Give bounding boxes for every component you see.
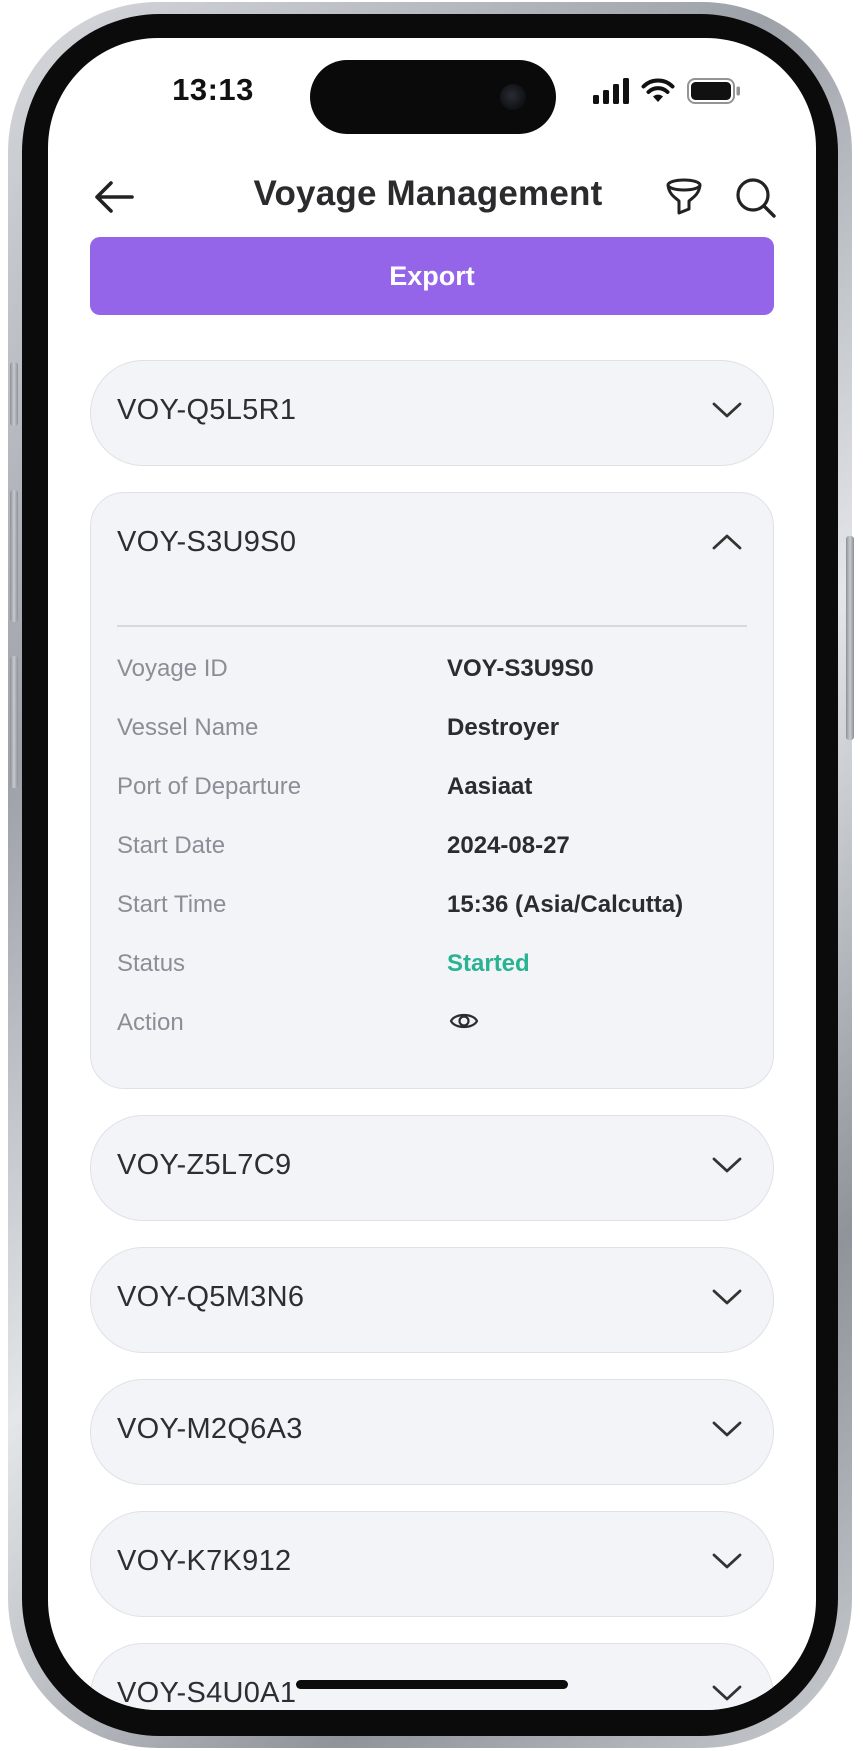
power-button <box>846 536 854 740</box>
chevron-down-icon[interactable] <box>711 1286 743 1308</box>
chevron-up-icon[interactable] <box>711 531 743 553</box>
voyage-card-header[interactable]: VOY-S4U0A1 <box>91 1644 773 1711</box>
detail-value: VOY-S3U9S0 <box>447 654 594 682</box>
voyage-card-id: VOY-K7K912 <box>117 1544 292 1577</box>
app-header: Voyage Management <box>48 156 816 236</box>
status-icons <box>593 76 741 106</box>
voyage-card[interactable]: VOY-Z5L7C9 <box>90 1114 774 1221</box>
wifi-icon <box>641 78 675 102</box>
detail-value: Aasiaat <box>447 772 533 800</box>
app-screen: 13:13 Voyage Management Export VOY-Q5L5R… <box>48 38 816 1710</box>
filter-button[interactable] <box>662 176 706 220</box>
detail-row-start-date: Start Date 2024-08-27 <box>117 826 747 885</box>
status-time: 13:13 <box>172 72 254 107</box>
volume-up-button <box>10 490 18 622</box>
detail-row-start-time: Start Time 15:36 (Asia/Calcutta) <box>117 885 747 944</box>
voyage-card-id: VOY-M2Q6A3 <box>117 1412 303 1445</box>
voyage-card[interactable]: VOY-M2Q6A3 <box>90 1378 774 1485</box>
voyage-card-id: VOY-S3U9S0 <box>117 526 297 558</box>
arrow-left-icon <box>95 181 134 213</box>
eye-icon[interactable] <box>449 1009 479 1033</box>
voyage-card-header[interactable]: VOY-Q5L5R1 <box>91 361 773 465</box>
detail-label: Start Date <box>117 831 226 859</box>
chevron-down-icon[interactable] <box>711 1550 743 1572</box>
home-indicator[interactable] <box>296 1680 568 1689</box>
detail-row-port-of-departure: Port of Departure Aasiaat <box>117 767 747 826</box>
detail-row-vessel-name: Vessel Name Destroyer <box>117 708 747 767</box>
voyage-card-id: VOY-Z5L7C9 <box>117 1148 292 1181</box>
voyage-card-header[interactable]: VOY-S3U9S0 <box>91 493 773 597</box>
chevron-down-icon[interactable] <box>711 1418 743 1440</box>
chevron-down-icon[interactable] <box>711 1682 743 1704</box>
voyage-card[interactable]: VOY-S4U0A1 <box>90 1642 774 1711</box>
page-title: Voyage Management <box>253 174 603 213</box>
detail-row-action: Action <box>117 1003 747 1062</box>
voyage-card-id: VOY-S4U0A1 <box>117 1676 297 1709</box>
battery-icon <box>687 78 740 104</box>
detail-label: Voyage ID <box>117 654 228 682</box>
search-icon <box>736 178 776 218</box>
detail-row-status: Status Started <box>117 944 747 1003</box>
front-camera <box>500 84 526 110</box>
voyage-card-id: VOY-Q5L5R1 <box>117 394 297 426</box>
cellular-signal-icon <box>593 78 629 104</box>
detail-label: Port of Departure <box>117 772 302 800</box>
detail-value: Destroyer <box>447 713 560 741</box>
mute-switch <box>10 362 18 426</box>
detail-value: 2024-08-27 <box>447 831 570 859</box>
voyage-card[interactable]: VOY-K7K912 <box>90 1510 774 1617</box>
detail-row-voyage-id: Voyage ID VOY-S3U9S0 <box>117 649 747 708</box>
dynamic-island <box>310 60 556 134</box>
chevron-down-icon[interactable] <box>711 399 743 421</box>
voyage-card[interactable]: VOY-Q5M3N6 <box>90 1246 774 1353</box>
volume-down-button <box>10 656 18 788</box>
status-badge: Started <box>447 949 530 977</box>
voyage-list: VOY-Q5L5R1 VOY-S3U9S0 Voyage ID VOY-S3U9… <box>90 360 774 1710</box>
voyage-card-header[interactable]: VOY-Q5M3N6 <box>91 1248 773 1352</box>
detail-value: 15:36 (Asia/Calcutta) <box>447 890 684 918</box>
chevron-down-icon[interactable] <box>711 1154 743 1176</box>
search-button[interactable] <box>734 176 778 220</box>
voyage-card-header[interactable]: VOY-Z5L7C9 <box>91 1116 773 1220</box>
detail-label: Status <box>117 949 186 977</box>
voyage-card-header[interactable]: VOY-M2Q6A3 <box>91 1380 773 1484</box>
voyage-details: Voyage ID VOY-S3U9S0 Vessel Name Destroy… <box>91 627 773 1088</box>
voyage-card[interactable]: VOY-Q5L5R1 <box>90 360 774 466</box>
detail-label: Action <box>117 1008 184 1036</box>
voyage-card-id: VOY-Q5M3N6 <box>117 1280 305 1313</box>
export-button[interactable]: Export <box>90 237 774 315</box>
detail-label: Start Time <box>117 890 227 918</box>
back-button[interactable] <box>90 176 138 218</box>
detail-label: Vessel Name <box>117 713 259 741</box>
voyage-card-expanded[interactable]: VOY-S3U9S0 Voyage ID VOY-S3U9S0 Vessel N… <box>90 492 774 1089</box>
filter-icon <box>666 178 702 215</box>
voyage-card-header[interactable]: VOY-K7K912 <box>91 1512 773 1616</box>
